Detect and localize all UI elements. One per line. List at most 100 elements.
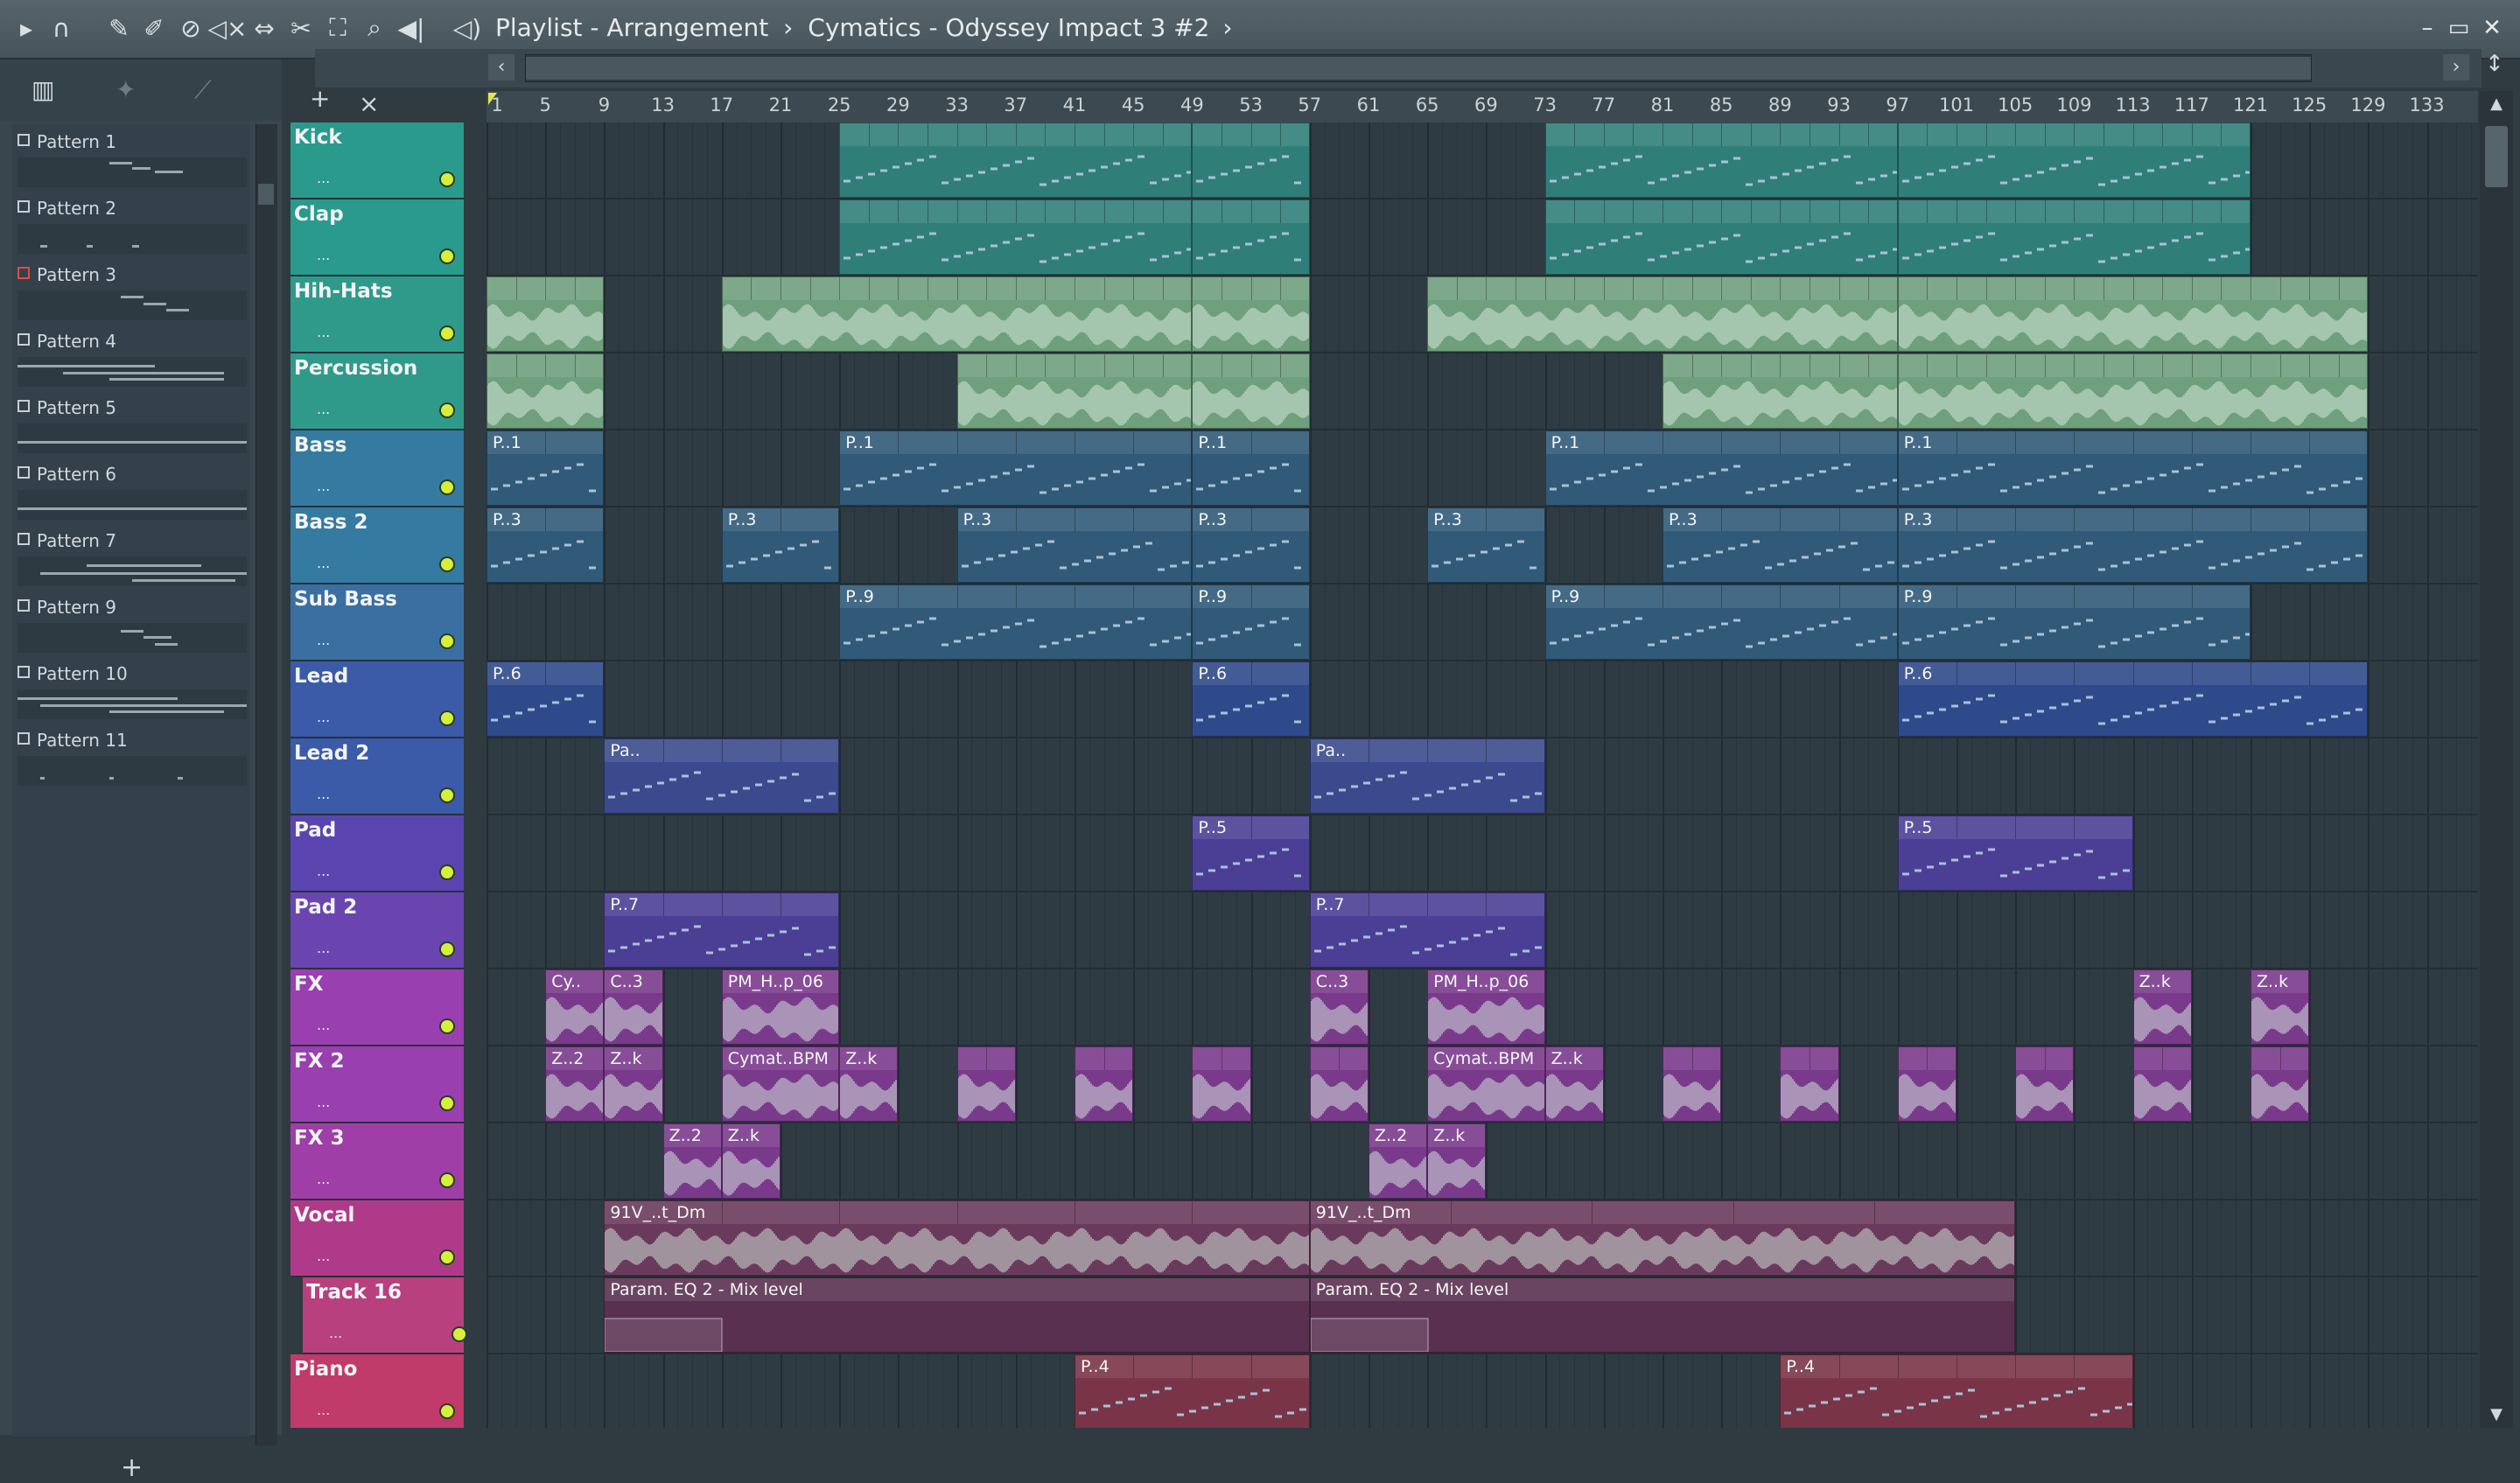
arrangement-clip[interactable]: Z..k	[2250, 969, 2310, 1045]
pattern-item[interactable]: Pattern 7	[12, 523, 250, 588]
track-mute-led[interactable]	[441, 250, 453, 262]
arrangement-clip[interactable]: Z..k	[2132, 969, 2192, 1045]
track-mute-led[interactable]	[441, 1020, 453, 1032]
track-header[interactable]: Vocal...	[290, 1200, 464, 1277]
arrangement-clip[interactable]	[1897, 276, 2369, 352]
track-header[interactable]: Sub Bass...	[290, 584, 464, 661]
arrangement-clip[interactable]	[839, 122, 1193, 198]
zoom-handle-icon[interactable]: ↕	[2485, 51, 2504, 77]
arrangement-grid[interactable]: P..1 P..1 P..1 P..1 P..1 P..3 P..3 P..3 P..3 P..3…	[486, 122, 2478, 1428]
arrangement-clip[interactable]: P..7	[1309, 892, 1545, 968]
arrangement-clip[interactable]: P..3	[956, 507, 1193, 583]
arrangement-clip[interactable]: P..3	[1427, 507, 1545, 583]
track-mute-led[interactable]	[441, 1251, 453, 1263]
track-mute-led[interactable]	[441, 1174, 453, 1186]
track-options-icon[interactable]: ...	[317, 940, 330, 956]
arrangement-clip[interactable]	[1897, 353, 2369, 429]
pattern-item[interactable]: Pattern 4	[12, 324, 250, 388]
select-tool-icon[interactable]: ⛶	[320, 10, 355, 45]
pattern-item[interactable]: Pattern 11	[12, 723, 250, 787]
track-options-icon[interactable]: ...	[317, 632, 330, 648]
close-button[interactable]: ✕	[2476, 10, 2508, 45]
track-options-icon[interactable]: ...	[317, 1094, 330, 1110]
arrangement-clip[interactable]	[1074, 1046, 1134, 1122]
arrangement-clip[interactable]	[486, 353, 605, 429]
track-options-icon[interactable]: ...	[317, 401, 330, 417]
slip-tool-icon[interactable]: ⇔	[247, 10, 282, 45]
track-header[interactable]: Pad 2...	[290, 892, 464, 969]
track-header[interactable]: Lead 2...	[290, 738, 464, 815]
scroll-right-arrow[interactable]: ›	[2443, 54, 2469, 80]
pencil-icon[interactable]: ✎	[102, 10, 136, 45]
arrangement-clip[interactable]	[1662, 1046, 1722, 1122]
arrangement-clip[interactable]: P..1	[1544, 430, 1898, 506]
automation-icon[interactable]: ⟋	[194, 75, 212, 105]
arrangement-clip[interactable]: Pa..	[604, 738, 840, 814]
minimize-button[interactable]: –	[2412, 10, 2443, 45]
arrangement-clip[interactable]: P..3	[1192, 507, 1310, 583]
track-mute-led[interactable]	[441, 943, 453, 955]
arrangement-clip[interactable]	[1192, 353, 1310, 429]
track-header[interactable]: Percussion...	[290, 353, 464, 430]
scroll-up-arrow[interactable]: ▲	[2487, 94, 2506, 114]
track-options-icon[interactable]: ...	[317, 709, 330, 725]
vertical-scrollbar[interactable]: ▲ ▼	[2480, 91, 2513, 1428]
track-options-icon[interactable]: ...	[317, 247, 330, 263]
track-header[interactable]: FX 3...	[290, 1123, 464, 1200]
track-options-icon[interactable]: ...	[317, 1017, 330, 1033]
track-mute-led[interactable]	[441, 558, 453, 570]
track-mute-led[interactable]	[441, 866, 453, 878]
arrangement-clip[interactable]: P..4	[1074, 1354, 1310, 1428]
track-options-icon[interactable]: ...	[329, 1325, 342, 1341]
close-x-icon[interactable]: ×	[359, 89, 379, 118]
pattern-item[interactable]: Pattern 6	[12, 457, 250, 521]
arrangement-clip[interactable]: P..6	[1897, 661, 2369, 737]
playback-tool-icon[interactable]: ◀|	[394, 10, 429, 45]
horizontal-overview-scroll[interactable]	[525, 54, 2312, 82]
track-options-icon[interactable]: ...	[317, 555, 330, 571]
track-header[interactable]: Bass 2...	[290, 507, 464, 584]
pattern-item[interactable]: Pattern 9	[12, 590, 250, 654]
arrangement-clip[interactable]: C..3	[1309, 969, 1368, 1045]
delete-tool-icon[interactable]: ⊘	[173, 10, 208, 45]
arrangement-clip[interactable]: Z..k	[604, 1046, 663, 1122]
track-header[interactable]: FX 2...	[290, 1046, 464, 1123]
arrangement-clip[interactable]: Param. EQ 2 - Mix level	[1309, 1277, 2016, 1353]
track-options-icon[interactable]: ...	[317, 1171, 330, 1187]
arrangement-clip[interactable]	[1780, 1046, 1839, 1122]
scroll-left-arrow[interactable]: ‹	[488, 54, 514, 80]
arrangement-clip[interactable]	[1544, 122, 1898, 198]
track-options-icon[interactable]: ...	[317, 786, 330, 802]
arrangement-clip[interactable]	[486, 276, 605, 352]
slice-tool-icon[interactable]: ✂	[284, 10, 318, 45]
pattern-item[interactable]: Pattern 2	[12, 191, 250, 255]
arrangement-clip[interactable]: P..6	[486, 661, 605, 737]
arrangement-clip[interactable]: Cymat..BPM	[1427, 1046, 1545, 1122]
track-header[interactable]: Hih-Hats...	[290, 276, 464, 353]
arrangement-clip[interactable]	[1192, 1046, 1251, 1122]
track-header[interactable]: Pad...	[290, 815, 464, 892]
arrangement-clip[interactable]: P..4	[1780, 1354, 2133, 1428]
timeline-ruler[interactable]: 1 5 9 13 17 21 25 29 33 37 41 45 49 53 57 61 65 69 73 77 81 8…	[486, 91, 2478, 123]
track-mute-led[interactable]	[441, 1097, 453, 1109]
add-track-button[interactable]: +	[310, 84, 330, 113]
arrangement-clip[interactable]: P..9	[839, 584, 1193, 660]
picker-scrollbar[interactable]	[256, 124, 277, 1445]
arrangement-clip[interactable]: P..7	[604, 892, 840, 968]
track-options-icon[interactable]: ...	[317, 1402, 330, 1418]
arrangement-clip[interactable]: C..3	[604, 969, 663, 1045]
track-options-icon[interactable]: ...	[317, 863, 330, 879]
pattern-item[interactable]: Pattern 1	[12, 124, 250, 189]
arrangement-clip[interactable]	[1192, 122, 1310, 198]
arrangement-clip[interactable]: P..9	[1544, 584, 1898, 660]
track-options-icon[interactable]: ...	[317, 478, 330, 494]
waveform-icon[interactable]: ✦	[116, 75, 136, 104]
arrangement-clip[interactable]: P..3	[486, 507, 605, 583]
arrangement-clip[interactable]	[1897, 122, 2250, 198]
arrangement-clip[interactable]: P..9	[1192, 584, 1310, 660]
track-header[interactable]: Lead...	[290, 661, 464, 738]
arrangement-clip[interactable]: Z..k	[721, 1123, 780, 1199]
track-mute-led[interactable]	[441, 635, 453, 647]
arrangement-clip[interactable]: P..1	[1192, 430, 1310, 506]
track-header[interactable]: Track 16...	[303, 1277, 466, 1354]
